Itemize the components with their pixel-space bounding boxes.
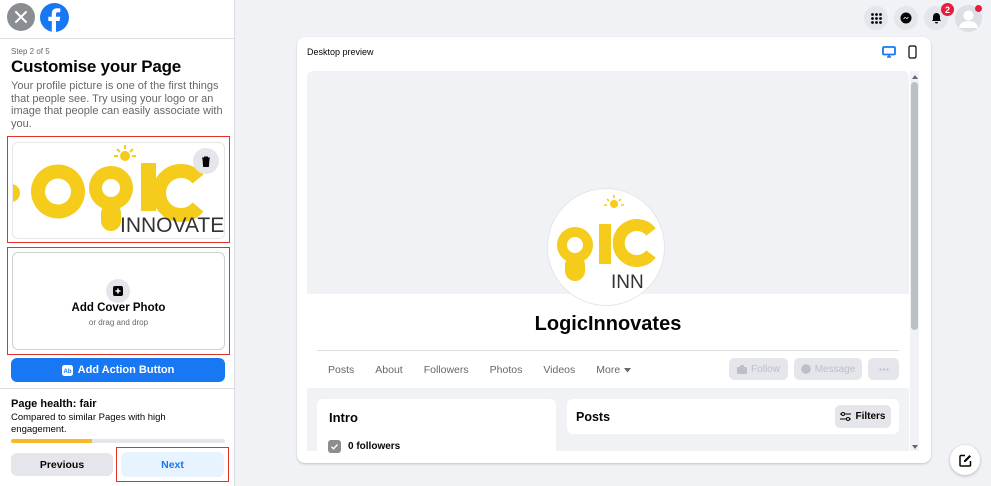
scroll-down-arrow[interactable] xyxy=(912,445,918,449)
add-action-button[interactable]: Ab Add Action Button xyxy=(11,358,225,382)
close-icon xyxy=(15,11,27,23)
step-indicator: Step 2 of 5 xyxy=(11,47,50,56)
filters-button[interactable]: Filters xyxy=(835,405,891,428)
cover-subtitle: or drag and drop xyxy=(88,318,149,327)
message-label: Message xyxy=(814,363,856,375)
tab-posts[interactable]: Posts xyxy=(328,364,354,376)
trash-icon xyxy=(202,156,210,167)
facebook-icon[interactable] xyxy=(40,3,69,32)
filters-label: Filters xyxy=(855,411,886,422)
more-icon xyxy=(878,367,889,371)
add-cover-photo-button[interactable] xyxy=(106,279,130,303)
messenger-button[interactable] xyxy=(894,6,918,30)
tab-followers[interactable]: Followers xyxy=(424,364,469,376)
preview-label: Desktop preview xyxy=(307,47,374,57)
ad-icon: Ab xyxy=(61,364,73,376)
mobile-icon[interactable] xyxy=(908,45,917,59)
followers-count: 0 followers xyxy=(348,441,401,452)
page-health-description: Compared to similar Pages with high enga… xyxy=(11,412,166,435)
message-icon xyxy=(800,364,811,374)
preview-avatar: INN xyxy=(548,189,664,305)
page-title: Customise your Page xyxy=(11,57,182,76)
follow-button[interactable]: Follow xyxy=(729,358,788,380)
tab-videos[interactable]: Videos xyxy=(543,364,575,376)
tab-photos[interactable]: Photos xyxy=(490,364,523,376)
page-health-fill xyxy=(11,439,93,443)
svg-text:Ab: Ab xyxy=(63,369,71,375)
profile-alert-dot xyxy=(975,5,982,12)
divider xyxy=(0,38,235,39)
compose-icon xyxy=(958,454,971,467)
divider xyxy=(317,350,899,351)
previous-button[interactable]: Previous xyxy=(11,453,113,476)
next-button[interactable]: Next xyxy=(121,452,224,477)
grid-menu-icon xyxy=(870,12,882,24)
filters-icon xyxy=(840,412,852,421)
cover-title: Add Cover Photo xyxy=(71,302,166,314)
preview-page-name: LogicInnovates xyxy=(534,313,682,335)
avatar-text: INN xyxy=(611,272,644,293)
tab-more-label: More xyxy=(596,364,621,376)
preview-nav: Posts About Followers Photos Videos More xyxy=(328,364,652,376)
scrollbar-thumb[interactable] xyxy=(911,82,918,330)
description: Your profile picture is one of the first… xyxy=(11,80,223,130)
posts-title: Posts xyxy=(576,410,611,424)
scroll-up-arrow[interactable] xyxy=(912,75,918,79)
followers-icon xyxy=(328,440,341,453)
follow-icon xyxy=(737,364,748,374)
page-health-title: Page health: fair xyxy=(11,398,97,410)
bell-icon xyxy=(931,13,941,24)
compose-button[interactable] xyxy=(950,445,980,475)
tab-about[interactable]: About xyxy=(375,364,402,376)
more-options-button[interactable] xyxy=(868,358,899,380)
messenger-icon xyxy=(900,12,912,24)
close-button[interactable] xyxy=(7,3,35,31)
follow-label: Follow xyxy=(751,363,780,375)
menu-button[interactable] xyxy=(864,6,888,30)
divider xyxy=(0,388,235,389)
message-button[interactable]: Message xyxy=(794,358,862,380)
add-photo-icon xyxy=(113,286,123,296)
notification-badge: 2 xyxy=(941,3,954,16)
remove-photo-button[interactable] xyxy=(193,148,219,174)
tab-more[interactable]: More xyxy=(596,364,632,376)
desktop-icon[interactable] xyxy=(882,46,896,58)
action-button-label: Add Action Button xyxy=(77,364,175,376)
intro-title: Intro xyxy=(329,410,358,425)
logo-text: INNOVATE xyxy=(120,214,224,237)
page-health-bar xyxy=(11,439,225,443)
chevron-down-icon xyxy=(624,367,632,372)
